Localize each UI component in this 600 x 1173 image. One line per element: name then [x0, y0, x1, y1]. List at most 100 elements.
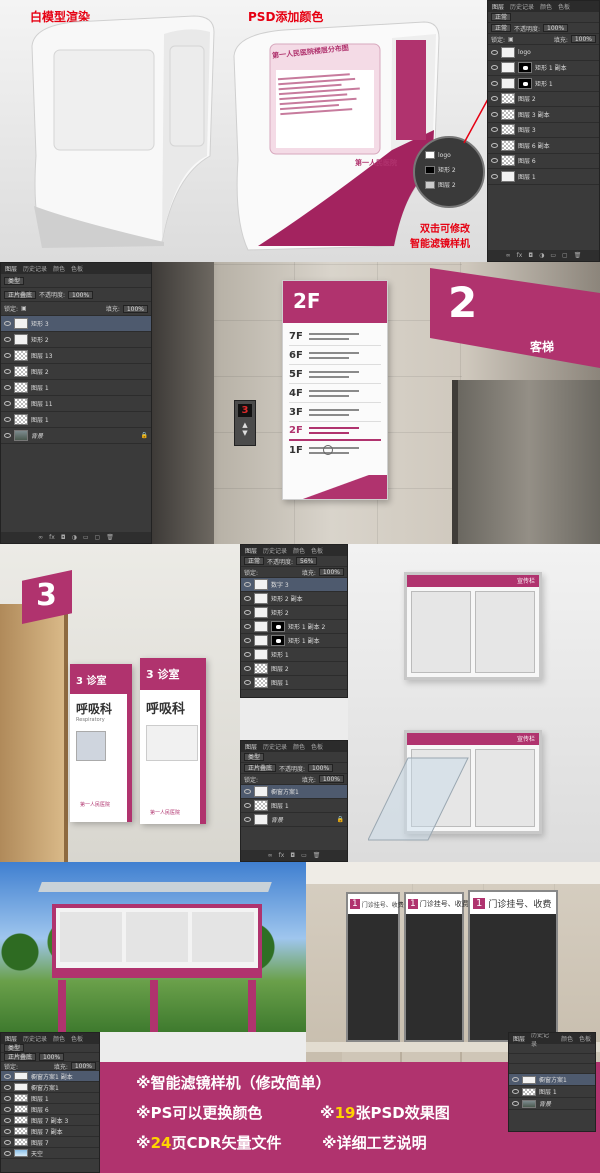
eye-icon[interactable] [4, 1095, 11, 1101]
tab-swatches[interactable]: 色板 [71, 264, 83, 273]
kind-filter[interactable]: 类型 [4, 276, 25, 285]
tab-swatches[interactable]: 色板 [558, 2, 570, 11]
blend-select[interactable]: 正片叠底 [4, 1053, 37, 1061]
fill-input[interactable]: 100% [570, 35, 596, 43]
tab-history[interactable]: 历史记录 [23, 1034, 47, 1043]
opacity-input[interactable]: 100% [68, 290, 94, 299]
layer-row[interactable]: 矩形 1 [241, 648, 347, 662]
eye-icon[interactable] [4, 1117, 11, 1123]
trash-icon[interactable]: 🗑 [574, 252, 582, 259]
layer-row[interactable]: logo [488, 45, 599, 61]
eye-icon[interactable] [244, 789, 251, 794]
tab-swatches[interactable]: 色板 [71, 1034, 83, 1043]
eye-icon[interactable] [491, 49, 498, 55]
eye-icon[interactable] [491, 96, 498, 102]
tab-layers[interactable]: 图层 [245, 546, 257, 555]
blend-select[interactable]: 正片叠底 [4, 290, 37, 299]
adjust-icon[interactable]: ◑ [72, 534, 77, 541]
tab-history[interactable]: 历史记录 [263, 546, 287, 555]
layer-row[interactable]: 图层 2 [488, 92, 599, 107]
layer-row[interactable]: 橱窗方案1 [1, 1082, 99, 1093]
layer-row[interactable]: 图层 1 [1, 412, 151, 428]
tab-history[interactable]: 历史记录 [23, 264, 47, 273]
tab-history[interactable]: 历史记录 [531, 1033, 555, 1048]
mask-icon[interactable]: ◘ [290, 852, 295, 859]
eye-icon[interactable] [4, 337, 11, 342]
opacity-input[interactable]: 100% [308, 764, 334, 772]
fx-icon[interactable]: fx [517, 252, 523, 259]
eye-icon[interactable] [4, 1128, 11, 1134]
layer-row[interactable]: 橱窗方案1 [509, 1074, 595, 1086]
eye-icon[interactable] [4, 433, 11, 438]
layer-row[interactable]: 矩形 2 [1, 332, 151, 348]
blend-select[interactable]: 正常 [491, 24, 512, 32]
layer-row[interactable]: 矩形 1 [488, 76, 599, 92]
layer-row[interactable]: 图层 7 [1, 1137, 99, 1148]
eye-icon[interactable] [491, 80, 498, 86]
tab-swatches[interactable]: 色板 [579, 1034, 591, 1043]
eye-icon[interactable] [4, 1084, 11, 1090]
eye-icon[interactable] [244, 803, 251, 808]
layer-row[interactable]: 天空 [1, 1148, 99, 1159]
tab-layers[interactable]: 图层 [245, 742, 257, 751]
mask-icon[interactable]: ◘ [61, 534, 66, 541]
eye-icon[interactable] [491, 173, 498, 179]
tab-layers[interactable]: 图层 [5, 264, 17, 273]
layer-row[interactable]: 图层 6 [488, 154, 599, 169]
layer-row[interactable]: 图层 1 [241, 676, 347, 690]
lock-icon[interactable]: ▣ [21, 305, 27, 312]
layer-row[interactable]: 矩形 1 副本 2 [241, 620, 347, 634]
eye-icon[interactable] [244, 680, 251, 685]
fill-input[interactable]: 100% [318, 568, 344, 576]
tab-layers[interactable]: 图层 [5, 1034, 17, 1043]
eye-icon[interactable] [512, 1089, 519, 1094]
tab-history[interactable]: 历史记录 [263, 742, 287, 751]
fill-input[interactable]: 100% [122, 304, 148, 313]
opacity-input[interactable]: 56% [296, 557, 318, 565]
layer-row[interactable]: 图层 1 [1, 380, 151, 396]
up-button-icon[interactable]: ▲ [235, 421, 255, 429]
fill-input[interactable]: 100% [70, 1062, 96, 1070]
link-icon[interactable]: ∞ [268, 852, 273, 859]
eye-icon[interactable] [244, 638, 251, 643]
blend-select[interactable]: 正常 [244, 557, 265, 565]
layer-row[interactable]: 图层 7 副本 [1, 1126, 99, 1137]
tab-swatches[interactable]: 色板 [311, 742, 323, 751]
layer-row[interactable]: 数字 3 [241, 578, 347, 592]
folder-icon[interactable]: ▭ [301, 852, 307, 859]
eye-icon[interactable] [512, 1077, 519, 1082]
eye-icon[interactable] [244, 582, 251, 587]
layer-row[interactable]: 矩形 1 副本 [488, 61, 599, 76]
layer-row[interactable]: 图层 1 [509, 1086, 595, 1098]
blend-select[interactable]: 正片叠底 [244, 764, 277, 772]
eye-icon[interactable] [4, 401, 11, 406]
eye-icon[interactable] [491, 65, 498, 71]
fx-icon[interactable]: fx [49, 534, 55, 541]
down-button-icon[interactable]: ▼ [235, 429, 255, 437]
mask-icon[interactable]: ◘ [528, 252, 533, 259]
layer-row[interactable]: 图层 6 [1, 1104, 99, 1115]
tab-swatches[interactable]: 色板 [311, 546, 323, 555]
trash-icon[interactable]: 🗑 [313, 852, 321, 859]
eye-icon[interactable] [491, 158, 498, 164]
opacity-input[interactable]: 100% [39, 1053, 65, 1061]
eye-icon[interactable] [244, 666, 251, 671]
link-icon[interactable]: ∞ [38, 534, 43, 541]
layer-row[interactable]: 图层 7 副本 3 [1, 1115, 99, 1126]
tab-color[interactable]: 颜色 [561, 1034, 573, 1043]
tab-color[interactable]: 颜色 [53, 1034, 65, 1043]
eye-icon[interactable] [4, 353, 11, 358]
opacity-input[interactable]: 100% [543, 24, 569, 32]
layer-row[interactable]: 图层 6 副本 [488, 138, 599, 154]
fill-input[interactable]: 100% [318, 775, 344, 783]
layer-row[interactable]: 图层 3 [488, 123, 599, 138]
layer-row[interactable]: 背景 🔒 [1, 428, 151, 444]
eye-icon[interactable] [244, 610, 251, 615]
eye-icon[interactable] [4, 417, 11, 422]
eye-icon[interactable] [244, 624, 251, 629]
layer-row[interactable]: 矩形 3 [1, 316, 151, 332]
eye-icon[interactable] [491, 127, 498, 133]
eye-icon[interactable] [491, 111, 498, 117]
eye-icon[interactable] [244, 652, 251, 657]
eye-icon[interactable] [4, 1150, 11, 1156]
